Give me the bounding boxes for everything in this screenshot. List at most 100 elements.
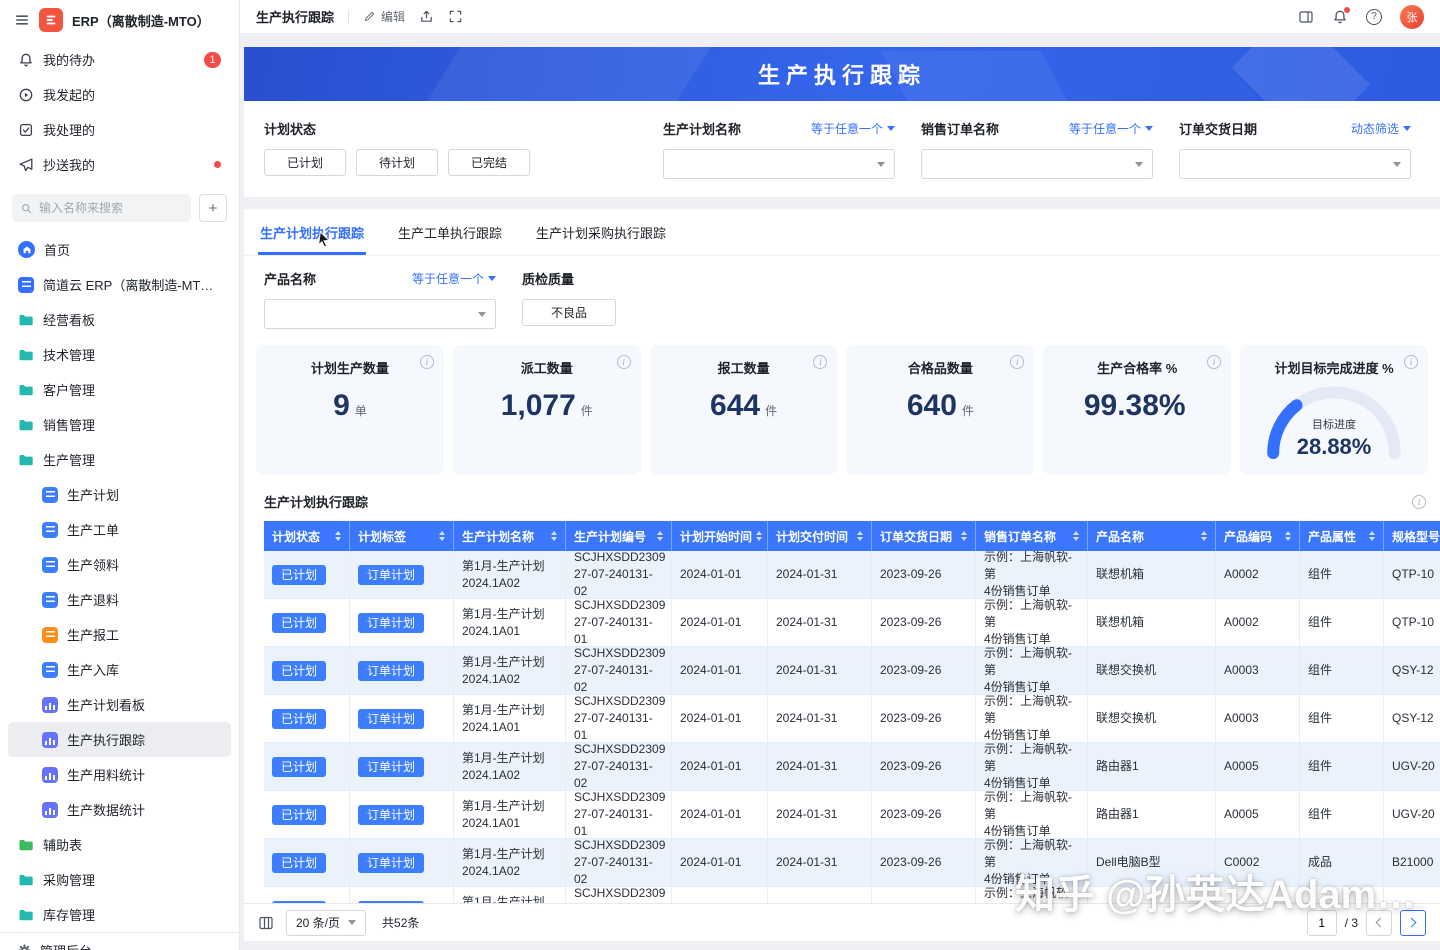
sidebar-item-initiated-by-me[interactable]: 我发起的 xyxy=(8,77,231,112)
search-input[interactable] xyxy=(39,201,183,215)
table-row[interactable]: 已计划 订单计划 第1月-生产计划 2024.1A01 SCJHXSDD2309… xyxy=(264,887,1440,903)
sidebar-item-production-data-stats[interactable]: 生产数据统计 xyxy=(8,792,231,827)
sidebar-item-production-inbound[interactable]: 生产入库 xyxy=(8,652,231,687)
sidebar-item-workspace[interactable]: 简道云 ERP（离散制造-MTO）... xyxy=(8,267,231,302)
export-icon[interactable] xyxy=(419,9,434,24)
column-header-delivery-date[interactable]: 订单交货日期 xyxy=(872,521,976,551)
info-icon[interactable] xyxy=(813,355,827,369)
table-row[interactable]: 已计划 订单计划 第1月-生产计划 2024.1A02 SCJHXSDD2309… xyxy=(264,839,1440,887)
tab-workorder-execution-tracking[interactable]: 生产工单执行跟踪 xyxy=(396,209,504,255)
chevron-down-icon xyxy=(488,276,496,281)
sidebar-item-aux-tables[interactable]: 辅助表 xyxy=(8,827,231,862)
sidebar-item-purchase-management[interactable]: 采购管理 xyxy=(8,862,231,897)
sidebar-item-inventory-management[interactable]: 库存管理 xyxy=(8,897,231,932)
column-header-product-name[interactable]: 产品名称 xyxy=(1088,521,1216,551)
product-name-operator[interactable]: 等于任意一个 xyxy=(412,270,496,287)
sidebar-item-sales-management[interactable]: 销售管理 xyxy=(8,407,231,442)
product-name-select[interactable] xyxy=(264,299,496,329)
sidebar-item-handled-by-me[interactable]: 我处理的 xyxy=(8,112,231,147)
hamburger-menu-icon[interactable] xyxy=(14,12,30,28)
sort-icon xyxy=(1073,531,1079,541)
admin-console-link[interactable]: 管理后台 xyxy=(0,932,239,950)
notification-bell-icon[interactable] xyxy=(1332,9,1348,25)
info-icon[interactable] xyxy=(1404,355,1418,369)
gauge-value: 28.88% xyxy=(1258,434,1410,460)
topbar: 生产执行跟踪 编辑 张 xyxy=(240,0,1440,34)
sidebar-item-material-requisition[interactable]: 生产领料 xyxy=(8,547,231,582)
table-row[interactable]: 已计划 订单计划 第1月-生产计划 2024.1A02 SCJHXSDD2309… xyxy=(264,743,1440,791)
page-number-input[interactable] xyxy=(1307,910,1337,936)
user-avatar[interactable]: 张 xyxy=(1400,5,1424,29)
stat-card: 派工数量 1,077 件 xyxy=(453,345,641,475)
cell-spec-model: UGV-20 xyxy=(1384,743,1440,790)
column-header-plan-tag[interactable]: 计划标签 xyxy=(350,521,454,551)
info-icon[interactable] xyxy=(420,355,434,369)
table-row[interactable]: 已计划 订单计划 第1月-生产计划 2024.1A01 SCJHXSDD2309… xyxy=(264,599,1440,647)
table-row[interactable]: 已计划 订单计划 第1月-生产计划 2024.1A02 SCJHXSDD2309… xyxy=(264,551,1440,599)
defective-filter-button[interactable]: 不良品 xyxy=(522,299,616,326)
edit-button[interactable]: 编辑 xyxy=(363,8,405,25)
info-icon[interactable] xyxy=(617,355,631,369)
workbench-list: 我的待办 1 我发起的 我处理的 抄送我的 xyxy=(0,40,239,184)
table-row[interactable]: 已计划 订单计划 第1月-生产计划 2024.1A02 SCJHXSDD2309… xyxy=(264,647,1440,695)
column-header-start-date[interactable]: 计划开始时间 xyxy=(672,521,768,551)
sidebar-item-cc-to-me[interactable]: 抄送我的 xyxy=(8,147,231,182)
info-icon[interactable] xyxy=(1412,495,1426,509)
column-header-due-date[interactable]: 计划交付时间 xyxy=(768,521,872,551)
panel-toggle-icon[interactable] xyxy=(1298,9,1314,25)
plan-name-select[interactable] xyxy=(663,149,895,179)
sidebar-item-production-execution-tracking[interactable]: 生产执行跟踪 xyxy=(8,722,231,757)
stats-row: 计划生产数量 9 单 派工数量 xyxy=(244,329,1440,475)
help-icon[interactable] xyxy=(1366,9,1382,25)
tab-purchase-execution-tracking[interactable]: 生产计划采购执行跟踪 xyxy=(534,209,668,255)
cell-product-attr: 组件 xyxy=(1300,695,1384,742)
table-row[interactable]: 已计划 订单计划 第1月-生产计划 2024.1A01 SCJHXSDD2309… xyxy=(264,695,1440,743)
sidebar-item-my-todo[interactable]: 我的待办 1 xyxy=(8,42,231,77)
sidebar-item-customer-management[interactable]: 客户管理 xyxy=(8,372,231,407)
column-settings-icon[interactable] xyxy=(258,915,274,931)
add-app-button[interactable] xyxy=(199,194,227,222)
sidebar-item-tech-management[interactable]: 技术管理 xyxy=(8,337,231,372)
cell-sales-order: 示例：上海帆软-第 4份销售订单 xyxy=(976,839,1088,886)
plan-name-operator[interactable]: 等于任意一个 xyxy=(811,120,895,137)
tab-plan-execution-tracking[interactable]: 生产计划执行跟踪 xyxy=(258,209,366,255)
column-header-spec-model[interactable]: 规格型号 xyxy=(1384,521,1440,551)
sales-order-operator[interactable]: 等于任意一个 xyxy=(1069,120,1153,137)
table-row[interactable]: 已计划 订单计划 第1月-生产计划 2024.1A01 SCJHXSDD2309… xyxy=(264,791,1440,839)
sidebar-item-production-plan[interactable]: 生产计划 xyxy=(8,477,231,512)
column-header-product-attr[interactable]: 产品属性 xyxy=(1300,521,1384,551)
delivery-date-operator[interactable]: 动态筛选 xyxy=(1351,120,1411,137)
sidebar-item-production-management[interactable]: 生产管理 xyxy=(8,442,231,477)
column-header-plan-status[interactable]: 计划状态 xyxy=(264,521,350,551)
prev-page-button[interactable] xyxy=(1366,910,1392,936)
cell-sales-order: 示例：上海帆软-第 4份销售订单 xyxy=(976,791,1088,838)
column-header-product-code[interactable]: 产品编码 xyxy=(1216,521,1300,551)
info-icon[interactable] xyxy=(1010,355,1024,369)
column-header-plan-code[interactable]: 生产计划编号 xyxy=(566,521,672,551)
sidebar-item-material-return[interactable]: 生产退料 xyxy=(8,582,231,617)
folder-icon xyxy=(18,837,34,853)
page-size-select[interactable]: 20 条/页 xyxy=(286,910,366,936)
sidebar-item-production-plan-board[interactable]: 生产计划看板 xyxy=(8,687,231,722)
dashboard-icon xyxy=(42,697,58,713)
column-header-plan-name[interactable]: 生产计划名称 xyxy=(454,521,566,551)
fullscreen-icon[interactable] xyxy=(448,9,463,24)
status-filter-button[interactable]: 待计划 xyxy=(356,149,438,176)
sidebar-item-business-dashboard[interactable]: 经营看板 xyxy=(8,302,231,337)
sales-order-select[interactable] xyxy=(921,149,1153,179)
info-icon[interactable] xyxy=(1207,355,1221,369)
sidebar-item-home[interactable]: 首页 xyxy=(8,232,231,267)
delivery-date-select[interactable] xyxy=(1179,149,1411,179)
status-filter-button[interactable]: 已完结 xyxy=(448,149,530,176)
stat-value: 640 xyxy=(907,391,957,421)
cell-start-date: 2024-01-01 xyxy=(672,839,768,886)
next-page-button[interactable] xyxy=(1400,910,1426,936)
sidebar-item-material-usage-stats[interactable]: 生产用料统计 xyxy=(8,757,231,792)
search-box[interactable] xyxy=(12,194,191,222)
delivery-date-label: 订单交货日期 xyxy=(1179,119,1257,138)
column-header-sales-order[interactable]: 销售订单名称 xyxy=(976,521,1088,551)
form-icon xyxy=(42,557,58,573)
sidebar-item-work-report[interactable]: 生产报工 xyxy=(8,617,231,652)
status-filter-button[interactable]: 已计划 xyxy=(264,149,346,176)
sidebar-item-production-workorder[interactable]: 生产工单 xyxy=(8,512,231,547)
